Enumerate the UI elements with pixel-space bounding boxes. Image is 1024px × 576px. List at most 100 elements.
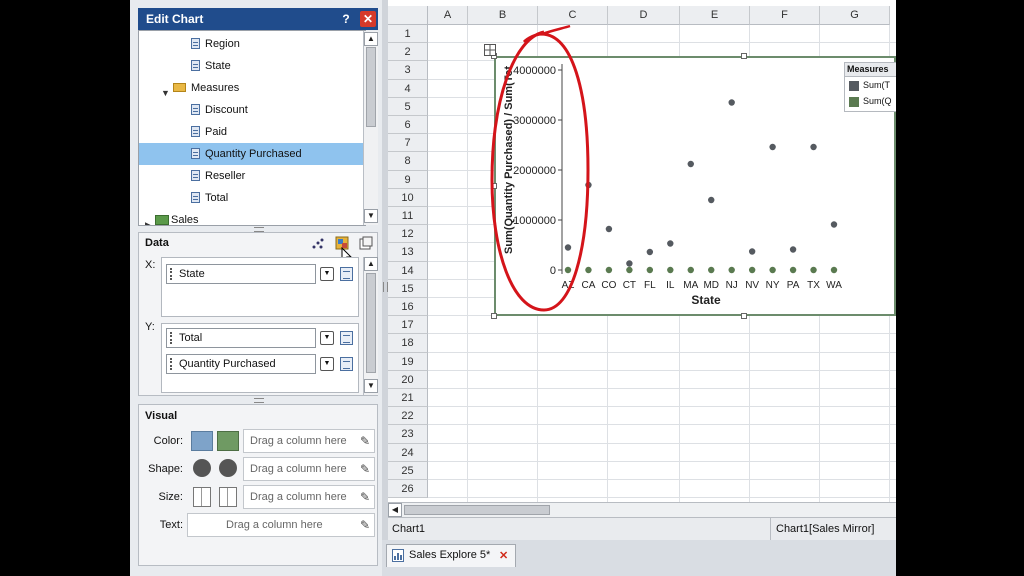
close-panel-button[interactable]: ✕ — [360, 11, 376, 27]
column-header[interactable]: E — [680, 6, 750, 25]
column-header[interactable]: D — [608, 6, 680, 25]
scroll-thumb[interactable] — [366, 273, 376, 373]
tree-item-quantity-purchased[interactable]: Quantity Purchased — [139, 143, 365, 165]
row-header[interactable]: 13 — [388, 243, 428, 262]
row-header[interactable]: 3 — [388, 61, 428, 80]
help-button[interactable]: ? — [338, 11, 354, 27]
size-large-icon[interactable] — [219, 487, 237, 507]
tree-scrollbar[interactable]: ▲ ▼ — [363, 31, 378, 225]
splitter-grip[interactable] — [254, 398, 264, 403]
grid-column-line — [467, 25, 468, 502]
row-header[interactable]: 7 — [388, 134, 428, 153]
y-field-dropdown[interactable]: ▼ — [320, 357, 334, 371]
column-header[interactable]: A — [428, 6, 468, 25]
pencil-icon[interactable]: ✎ — [360, 491, 372, 503]
row-header[interactable]: 19 — [388, 352, 428, 371]
tree-item-reseller[interactable]: Reseller — [139, 165, 365, 187]
text-drop-area[interactable]: Drag a column here ✎ — [187, 513, 375, 537]
circle-shape-icon[interactable] — [193, 459, 211, 477]
x-drop-area[interactable]: State ▼ — [161, 257, 359, 317]
scatter-chart-icon[interactable] — [311, 237, 325, 251]
pencil-icon[interactable]: ✎ — [360, 519, 372, 531]
row-header[interactable]: 16 — [388, 298, 428, 317]
color-swatch-blue[interactable] — [191, 431, 213, 451]
data-point — [830, 221, 838, 228]
resize-handle-s[interactable] — [741, 313, 747, 319]
row-header[interactable]: 17 — [388, 316, 428, 335]
row-header[interactable]: 14 — [388, 261, 428, 280]
scroll-up-icon[interactable]: ▲ — [364, 257, 378, 271]
row-header[interactable]: 2 — [388, 43, 428, 62]
expand-right-icon[interactable]: ▶ — [145, 214, 152, 225]
column-header[interactable]: F — [750, 6, 820, 25]
size-small-icon[interactable] — [193, 487, 211, 507]
row-header[interactable]: 15 — [388, 279, 428, 298]
row-header[interactable]: 9 — [388, 170, 428, 189]
grid-row-line — [428, 479, 896, 480]
visual-section-title: Visual — [145, 410, 178, 422]
corner-cell[interactable] — [388, 6, 428, 25]
row-header[interactable]: 4 — [388, 79, 428, 98]
y-drop-area[interactable]: Total ▼ Quantity Purchased ▼ — [161, 323, 359, 393]
pencil-icon[interactable]: ✎ — [360, 463, 372, 475]
spreadsheet[interactable]: ABCDEFG 1 2 3 4 5 6 7 8 9 10 11 12 13 14 15 16 17 18 19 20 2… — [388, 0, 896, 520]
tree-item-sales[interactable]: ▶ Sales — [139, 209, 365, 225]
resize-handle-n[interactable] — [741, 53, 747, 59]
circle-shape-icon[interactable] — [219, 459, 237, 477]
color-swatch-green[interactable] — [217, 431, 239, 451]
drag-grip-icon[interactable] — [170, 358, 175, 370]
tab-sales-explore[interactable]: Sales Explore 5* ✕ — [386, 544, 516, 567]
tree-item-total[interactable]: Total — [139, 187, 365, 209]
row-header[interactable]: 6 — [388, 116, 428, 135]
tree-item-discount[interactable]: Discount — [139, 99, 365, 121]
color-drop-area[interactable]: Drag a column here ✎ — [243, 429, 375, 453]
tree-item-region[interactable]: Region — [139, 33, 365, 55]
chart-options-icon[interactable] — [359, 236, 373, 250]
data-section-title: Data — [145, 237, 169, 249]
scroll-thumb[interactable] — [404, 505, 550, 515]
row-header[interactable]: 5 — [388, 97, 428, 116]
row-header[interactable]: 10 — [388, 188, 428, 207]
drag-grip-icon[interactable] — [170, 268, 175, 280]
calculator-icon[interactable] — [340, 331, 353, 345]
drag-grip-icon[interactable] — [170, 332, 175, 344]
y-field-quantity-purchased[interactable]: Quantity Purchased — [166, 354, 316, 374]
scroll-down-icon[interactable]: ▼ — [364, 379, 378, 393]
row-header[interactable]: 18 — [388, 334, 428, 353]
pencil-icon[interactable]: ✎ — [360, 435, 372, 447]
scroll-left-icon[interactable]: ◀ — [388, 503, 402, 517]
row-header[interactable]: 25 — [388, 461, 428, 480]
x-tick-label: IL — [666, 280, 675, 291]
row-header[interactable]: 21 — [388, 389, 428, 408]
y-field-dropdown[interactable]: ▼ — [320, 331, 334, 345]
data-scrollbar[interactable]: ▲ ▼ — [363, 257, 378, 395]
row-header[interactable]: 24 — [388, 443, 428, 462]
row-header[interactable]: 1 — [388, 25, 428, 44]
scroll-thumb[interactable] — [366, 47, 376, 127]
tree-item-state[interactable]: State — [139, 55, 365, 77]
field-icon — [191, 38, 200, 49]
tree-item-measures[interactable]: ▼ Measures — [139, 77, 365, 99]
row-header[interactable]: 26 — [388, 480, 428, 499]
shape-drop-area[interactable]: Drag a column here ✎ — [243, 457, 375, 481]
calculator-icon[interactable] — [340, 267, 353, 281]
tab-close-icon[interactable]: ✕ — [499, 549, 508, 562]
y-field-total[interactable]: Total — [166, 328, 316, 348]
row-header[interactable]: 20 — [388, 370, 428, 389]
row-header[interactable]: 11 — [388, 207, 428, 226]
scroll-up-icon[interactable]: ▲ — [364, 32, 378, 46]
tree-item-paid[interactable]: Paid — [139, 121, 365, 143]
size-drop-area[interactable]: Drag a column here ✎ — [243, 485, 375, 509]
y-axis-label: Y: — [145, 321, 155, 333]
row-header[interactable]: 23 — [388, 425, 428, 444]
row-header[interactable]: 8 — [388, 152, 428, 171]
column-header[interactable]: G — [820, 6, 890, 25]
row-header[interactable]: 12 — [388, 225, 428, 244]
horizontal-scrollbar[interactable]: ◀ — [388, 502, 896, 517]
x-field-dropdown[interactable]: ▼ — [320, 267, 334, 281]
calculator-icon[interactable] — [340, 357, 353, 371]
status-bar: Chart1 Chart1[Sales Mirror] — [388, 517, 896, 540]
x-field-state[interactable]: State — [166, 264, 316, 284]
row-header[interactable]: 22 — [388, 407, 428, 426]
scroll-down-icon[interactable]: ▼ — [364, 209, 378, 223]
